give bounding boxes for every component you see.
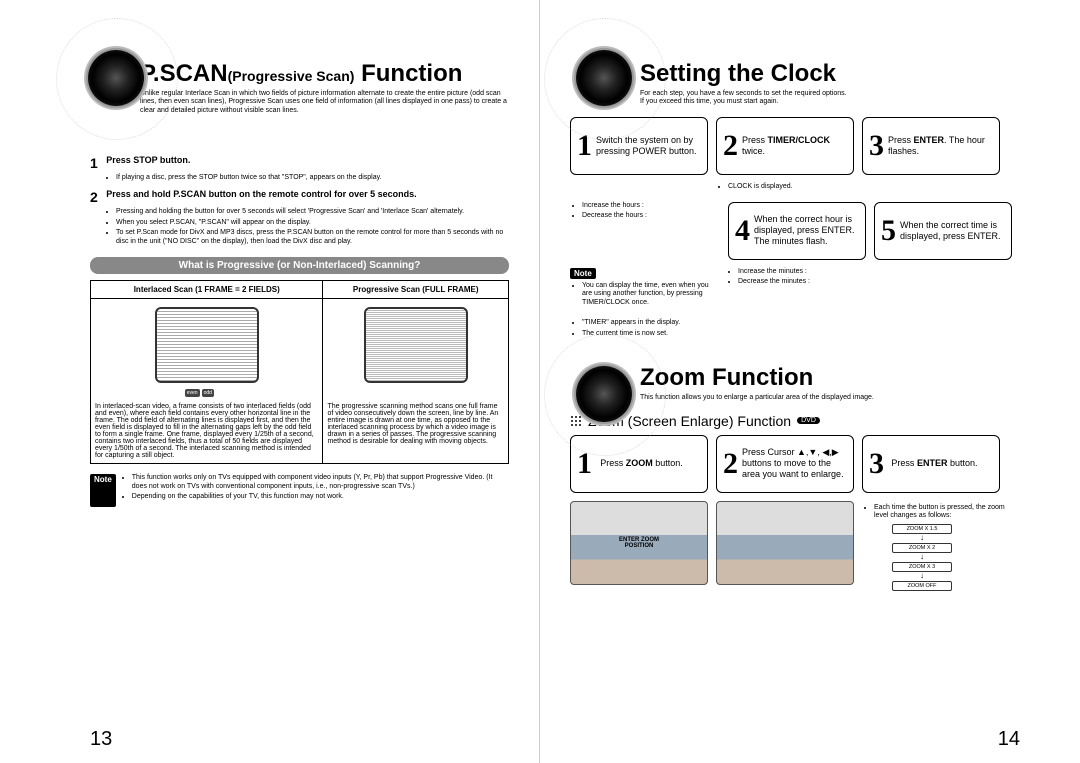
arrow-down-icon: ↓: [892, 574, 952, 579]
s4-note1: Increase the minutes :: [738, 268, 876, 277]
pscan-intro: Unlike regular Interlace Scan in which t…: [140, 90, 509, 115]
z3c: button.: [947, 458, 977, 468]
arrow-down-icon: ↓: [892, 555, 952, 560]
zoom-thumb-2: [716, 501, 854, 585]
step2-bullet3: To set P.Scan mode for DivX and MP3 disc…: [116, 229, 509, 247]
th-progressive: Progressive Scan (FULL FRAME): [323, 280, 509, 298]
s4: When the correct hour is displayed, pres…: [754, 207, 859, 255]
title-sub: (Progressive Scan): [228, 68, 355, 84]
s4-note2: Decrease the minutes :: [738, 278, 876, 287]
right-note-b1: You can display the time, even when you …: [582, 282, 718, 308]
speaker-icon-2: [576, 50, 632, 106]
s5n: 5: [881, 207, 900, 255]
s3n: 3: [869, 122, 888, 170]
step2-bullet1: Pressing and holding the button for over…: [116, 208, 509, 217]
z1c: button.: [653, 458, 683, 468]
title-word: Function: [354, 60, 462, 87]
s5-note1: "TIMER" appears in the display.: [582, 319, 720, 328]
step-2: 2 Press and hold P.SCAN button on the re…: [90, 189, 509, 247]
thumb-ov2: POSITION: [625, 543, 654, 549]
note-b2: Depending on the capabilities of your TV…: [132, 493, 509, 502]
z3n: 3: [869, 440, 891, 488]
td1-text: In interlaced-scan video, a frame consis…: [95, 403, 318, 459]
flow4: ZOOM OFF: [892, 581, 952, 591]
page-13: P.SCAN(Progressive Scan) Function Unlike…: [0, 0, 540, 763]
clock-step-5: 5 When the correct time is displayed, pr…: [874, 202, 1012, 260]
page-number-left: 13: [90, 728, 112, 751]
speaker-icon: [88, 50, 144, 106]
step2-number: 2: [90, 189, 104, 205]
speaker-icon-3: [576, 366, 632, 422]
clock-step-3: 3 Press ENTER. The hour flashes.: [862, 117, 1000, 175]
s2b: TIMER/CLOCK: [768, 135, 831, 145]
step2-bullet2: When you select P.SCAN, "P.SCAN" will ap…: [116, 219, 509, 228]
tv-interlaced-icon: even odd: [155, 307, 259, 383]
note-tag: Note: [90, 474, 116, 507]
step-1: 1 Press STOP button. If playing a disc, …: [90, 155, 509, 183]
z2n: 2: [723, 440, 742, 488]
tv-progressive-icon: [364, 307, 468, 383]
td-progressive: The progressive scanning method scans on…: [323, 298, 509, 463]
zoom-flow: Each time the button is pressed, the zoo…: [862, 501, 1010, 593]
clock-step-2: 2 Press TIMER/CLOCK twice.: [716, 117, 854, 175]
td2-text: The progressive scanning method scans on…: [327, 403, 504, 445]
step2-head: Press and hold P.SCAN button on the remo…: [106, 189, 416, 199]
s3b: ENTER: [914, 135, 945, 145]
td-interlaced: even odd In interlaced-scan video, a fra…: [91, 298, 323, 463]
clock-right-notes: Note You can display the time, even when…: [570, 268, 718, 311]
zoom-step-2: 2 Press Cursor ▲,▼, ◀,▶ buttons to move …: [716, 435, 854, 493]
zoom-title: Zoom Function: [640, 364, 1020, 392]
step1-number: 1: [90, 155, 104, 171]
pscan-title: P.SCAN(Progressive Scan) Function: [140, 60, 509, 88]
z1a: Press: [600, 458, 626, 468]
zoom-step-3: 3 Press ENTER button.: [862, 435, 1000, 493]
page-14: Setting the Clock For each step, you hav…: [540, 0, 1080, 763]
clock-steps: 1 Switch the system on by pressing POWER…: [570, 117, 1020, 341]
s3-note1: Increase the hours :: [582, 202, 720, 211]
s2a: Press: [742, 135, 768, 145]
th-interlaced: Interlaced Scan (1 FRAME = 2 FIELDS): [91, 280, 323, 298]
section-bar: What is Progressive (or Non-Interlaced) …: [90, 257, 509, 274]
z1b: ZOOM: [626, 458, 653, 468]
note-block: Note This function works only on TVs equ…: [90, 474, 509, 507]
s2c: twice.: [742, 146, 765, 156]
clock-intro1: For each step, you have a few seconds to…: [640, 90, 847, 97]
s3-note2: Decrease the hours :: [582, 212, 720, 221]
s5: When the correct time is displayed, pres…: [900, 207, 1005, 255]
dvd-badge: DVD: [797, 417, 820, 424]
arrow-down-icon: ↓: [892, 536, 952, 541]
clock-step-4: 4 When the correct hour is displayed, pr…: [728, 202, 866, 260]
zoom-intro: This function allows you to enlarge a pa…: [640, 394, 1020, 402]
note-tag-2: Note: [570, 268, 596, 279]
z3b: ENTER: [917, 458, 948, 468]
s3a: Press: [888, 135, 914, 145]
z3-note: Each time the button is pressed, the zoo…: [874, 504, 1010, 522]
z3a: Press: [891, 458, 917, 468]
s4n: 4: [735, 207, 754, 255]
step1-bullet: If playing a disc, press the STOP button…: [116, 174, 509, 183]
page-number-right: 14: [998, 728, 1020, 751]
clock-title: Setting the Clock: [640, 60, 1020, 88]
s2-note: CLOCK is displayed.: [728, 183, 866, 192]
z2: Press Cursor ▲,▼, ◀,▶ buttons to move to…: [742, 440, 847, 488]
note-b1: This function works only on TVs equipped…: [132, 474, 509, 492]
zoom-thumb-1: ENTER ZOOMPOSITION: [570, 501, 708, 585]
s2n: 2: [723, 122, 742, 170]
compare-table: Interlaced Scan (1 FRAME = 2 FIELDS) Pro…: [90, 280, 509, 464]
step1-head: Press STOP button.: [106, 155, 190, 165]
